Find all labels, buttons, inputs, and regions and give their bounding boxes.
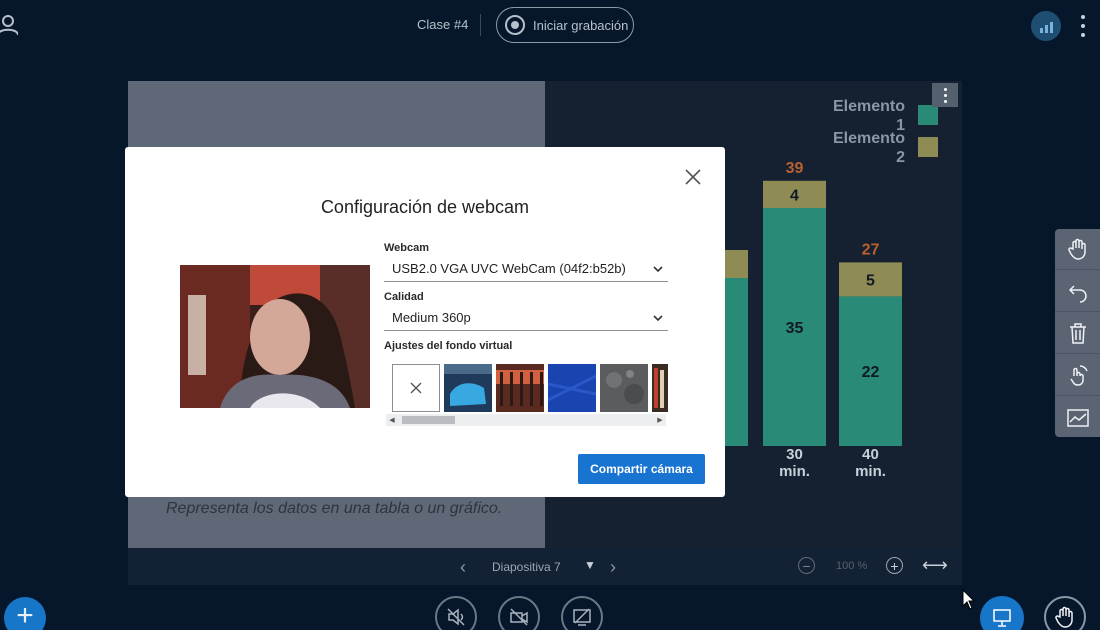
share-camera-button[interactable]: Compartir cámara bbox=[578, 454, 705, 484]
chart-line-icon bbox=[1066, 408, 1089, 427]
hand-icon bbox=[1067, 238, 1086, 260]
x-tick-label: min. bbox=[855, 463, 886, 480]
background-option-blue-room[interactable] bbox=[444, 364, 492, 412]
legend-label-line1: Elemento bbox=[833, 98, 905, 115]
draw-tool[interactable] bbox=[1055, 397, 1100, 438]
mouse-cursor-icon bbox=[962, 589, 976, 610]
background-list-scrollbar[interactable]: ◀ ▶ bbox=[386, 414, 666, 426]
record-icon bbox=[505, 15, 525, 35]
virtual-background-list: ◀ ▶ bbox=[384, 358, 668, 428]
background-option-blue-fabric[interactable] bbox=[548, 364, 596, 412]
bar-total-label: 27 bbox=[862, 241, 880, 258]
scroll-right-icon[interactable]: ▶ bbox=[654, 414, 666, 426]
legend-swatch bbox=[918, 105, 938, 125]
bar-value-label: 22 bbox=[862, 364, 880, 381]
x-tick-label: min. bbox=[779, 463, 810, 480]
options-menu-icon[interactable] bbox=[1078, 15, 1088, 37]
presentation-button[interactable] bbox=[980, 596, 1024, 630]
scroll-left-icon[interactable]: ◀ bbox=[386, 414, 398, 426]
quality-label: Calidad bbox=[384, 291, 424, 303]
bar-value-label: 4 bbox=[790, 187, 799, 204]
background-option-red-room[interactable] bbox=[496, 364, 544, 412]
speaker-muted-icon bbox=[447, 608, 465, 626]
zoom-out-button[interactable]: − bbox=[798, 557, 815, 574]
raise-hand-button[interactable] bbox=[1044, 596, 1086, 630]
pan-tool[interactable] bbox=[1055, 229, 1100, 270]
slide-selector[interactable]: Diapositiva 7 bbox=[492, 560, 561, 574]
start-recording-label: Iniciar grabación bbox=[533, 17, 629, 33]
title-divider bbox=[480, 14, 481, 36]
bar-value-label: 5 bbox=[866, 272, 875, 289]
multi-user-tool[interactable] bbox=[1055, 355, 1100, 396]
previous-slide-button[interactable]: ‹ bbox=[460, 557, 466, 578]
actions-button[interactable]: + bbox=[4, 597, 46, 630]
close-icon[interactable] bbox=[683, 167, 703, 187]
top-bar: Clase #4 Iniciar grabación bbox=[0, 0, 1100, 50]
clear-tool[interactable] bbox=[1055, 313, 1100, 354]
meeting-title: Clase #4 bbox=[417, 17, 469, 32]
share-webcam-button[interactable] bbox=[498, 596, 540, 630]
presentation-toolbar: ‹ Diapositiva 7 ▼ › − 100 % + ⟷ bbox=[128, 548, 962, 585]
background-option-gray-texture[interactable] bbox=[600, 364, 648, 412]
modal-title: Configuración de webcam bbox=[320, 197, 530, 217]
camera-off-icon bbox=[510, 608, 528, 626]
quality-select[interactable]: Medium 360p bbox=[384, 309, 668, 331]
close-icon bbox=[410, 382, 422, 394]
webcam-settings-modal: Configuración de webcam Webcam USB2.0 VG… bbox=[125, 147, 725, 497]
join-audio-button[interactable] bbox=[435, 596, 477, 630]
x-tick-label: 30 bbox=[786, 446, 803, 463]
fit-to-width-button[interactable]: ⟷ bbox=[922, 555, 948, 576]
undo-tool[interactable] bbox=[1055, 271, 1100, 312]
connection-status-button[interactable] bbox=[1031, 11, 1061, 41]
webcam-settings-form: Webcam USB2.0 VGA UVC WebCam (04f2:b52b)… bbox=[384, 242, 668, 428]
trash-icon bbox=[1069, 323, 1086, 344]
quality-select-value: Medium 360p bbox=[392, 310, 471, 325]
webcam-select-value: USB2.0 VGA UVC WebCam (04f2:b52b) bbox=[392, 261, 626, 276]
screen-share-off-icon bbox=[573, 608, 591, 626]
webcam-label: Webcam bbox=[384, 242, 430, 254]
undo-icon bbox=[1068, 285, 1087, 303]
chevron-down-icon bbox=[653, 266, 663, 273]
signal-bars-icon bbox=[1039, 28, 1043, 33]
presentation-menu-icon[interactable] bbox=[932, 83, 958, 107]
legend-swatch bbox=[918, 137, 938, 157]
x-tick-label: 40 bbox=[862, 446, 879, 463]
legend-label-line1: Elemento bbox=[833, 130, 905, 147]
presentation-icon bbox=[993, 609, 1011, 627]
background-option-bookshelf[interactable] bbox=[652, 364, 668, 412]
next-slide-button[interactable]: › bbox=[610, 557, 616, 578]
zoom-in-button[interactable]: + bbox=[886, 557, 903, 574]
slide-instruction-text: Representa los datos en una tabla o un g… bbox=[166, 500, 503, 517]
no-background-option[interactable] bbox=[392, 364, 440, 412]
chevron-down-icon bbox=[653, 315, 663, 322]
bar-value-label: 35 bbox=[786, 320, 804, 337]
webcam-preview bbox=[180, 265, 370, 408]
share-screen-button[interactable] bbox=[561, 596, 603, 630]
hand-icon bbox=[1055, 606, 1073, 628]
scrollbar-thumb[interactable] bbox=[402, 416, 455, 424]
start-recording-button[interactable]: Iniciar grabación bbox=[496, 7, 634, 43]
chevron-down-icon[interactable]: ▼ bbox=[584, 558, 596, 572]
pointer-hand-icon bbox=[1069, 365, 1088, 386]
bar-total-label: 39 bbox=[786, 160, 804, 177]
virtual-background-label: Ajustes del fondo virtual bbox=[384, 340, 513, 352]
legend-label-line2: 2 bbox=[896, 149, 905, 166]
zoom-level: 100 % bbox=[836, 560, 868, 572]
user-list-icon[interactable] bbox=[0, 14, 18, 36]
webcam-select[interactable]: USB2.0 VGA UVC WebCam (04f2:b52b) bbox=[384, 260, 668, 282]
whiteboard-toolbar bbox=[1055, 229, 1100, 437]
